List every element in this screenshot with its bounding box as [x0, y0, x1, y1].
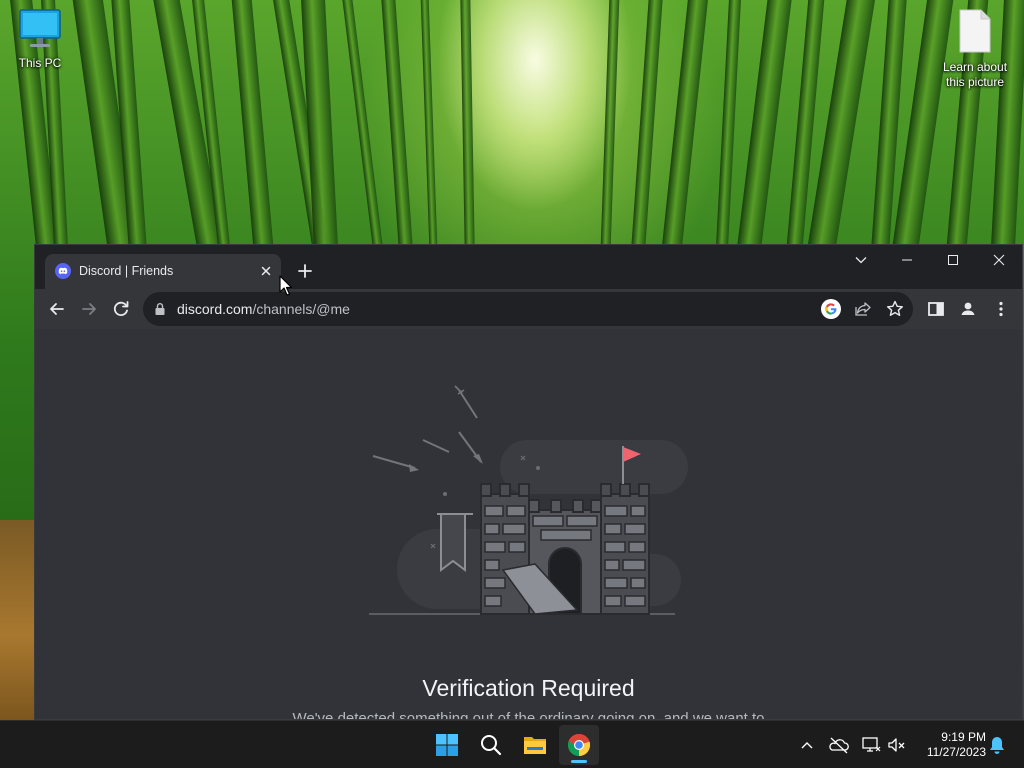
chevron-down-icon	[855, 257, 867, 264]
minimize-button[interactable]	[884, 245, 930, 275]
close-icon	[993, 254, 1005, 266]
desktop-icon-label: Learn about this picture	[942, 60, 1008, 89]
onedrive-offline-icon[interactable]	[828, 735, 850, 755]
castle-illustration	[369, 385, 688, 615]
reload-icon[interactable]	[109, 297, 133, 321]
bookmark-star-icon[interactable]	[884, 298, 906, 320]
side-panel-icon[interactable]	[924, 297, 948, 321]
taskbar: 9:19 PM 11/27/2023	[0, 720, 1024, 768]
tab-title: Discord | Friends	[79, 264, 174, 278]
address-bar[interactable]: discord.com/channels/@me	[143, 292, 913, 326]
verification-heading: Verification Required	[422, 675, 635, 701]
clock-date: 11/27/2023	[926, 745, 986, 759]
forward-arrow-icon[interactable]	[77, 297, 101, 321]
page-content: Verification Required We've detected som…	[35, 329, 1022, 720]
notification-bell-icon[interactable]	[986, 735, 1008, 755]
mouse-cursor-icon	[279, 275, 293, 296]
lock-icon[interactable]	[154, 302, 166, 316]
file-explorer-button[interactable]	[515, 725, 555, 765]
profile-avatar-icon[interactable]	[956, 297, 980, 321]
taskbar-clock[interactable]: 9:19 PM 11/27/2023	[914, 730, 986, 760]
new-tab-icon[interactable]	[295, 261, 315, 281]
discord-icon	[55, 263, 71, 279]
google-icon[interactable]	[820, 298, 842, 320]
file-explorer-icon	[524, 737, 546, 754]
volume-muted-icon[interactable]	[886, 735, 908, 755]
tab-strip: Discord | Friends	[35, 245, 1022, 289]
minimize-icon	[902, 259, 912, 261]
chrome-icon	[567, 733, 591, 757]
clock-time: 9:19 PM	[941, 730, 986, 744]
address-url[interactable]: discord.com/channels/@me	[177, 301, 350, 317]
share-icon[interactable]	[852, 298, 874, 320]
browser-toolbar: discord.com/channels/@me	[35, 289, 1022, 329]
url-host: discord.com	[177, 301, 253, 317]
start-icon	[436, 734, 458, 756]
url-path: /channels/@me	[252, 301, 350, 317]
maximize-icon	[948, 255, 958, 265]
browser-window: Discord | Friends discord.com/channels/@…	[34, 244, 1023, 720]
tab-close-icon[interactable]	[257, 262, 275, 280]
start-button[interactable]	[427, 725, 467, 765]
tab-discord-friends[interactable]: Discord | Friends	[45, 254, 281, 289]
search-icon	[481, 735, 502, 756]
network-icon[interactable]	[860, 735, 882, 755]
back-arrow-icon[interactable]	[45, 297, 69, 321]
verification-subtext: We've detected something out of the ordi…	[292, 710, 765, 720]
close-window-button[interactable]	[976, 245, 1022, 275]
monitor-icon	[19, 9, 61, 47]
desktop-icon-learn-about-picture[interactable]: Learn about this picture	[935, 8, 1015, 90]
document-icon	[959, 9, 991, 53]
desktop-icon-label: This PC	[18, 56, 62, 70]
chrome-taskbar-button[interactable]	[559, 725, 599, 765]
active-app-indicator	[571, 760, 587, 763]
maximize-button[interactable]	[930, 245, 976, 275]
desktop-icon-this-pc[interactable]: This PC	[0, 8, 80, 71]
menu-dots-icon[interactable]	[989, 297, 1013, 321]
tab-search-button[interactable]	[838, 245, 884, 275]
search-button[interactable]	[471, 725, 511, 765]
chevron-up-icon[interactable]	[796, 735, 818, 755]
